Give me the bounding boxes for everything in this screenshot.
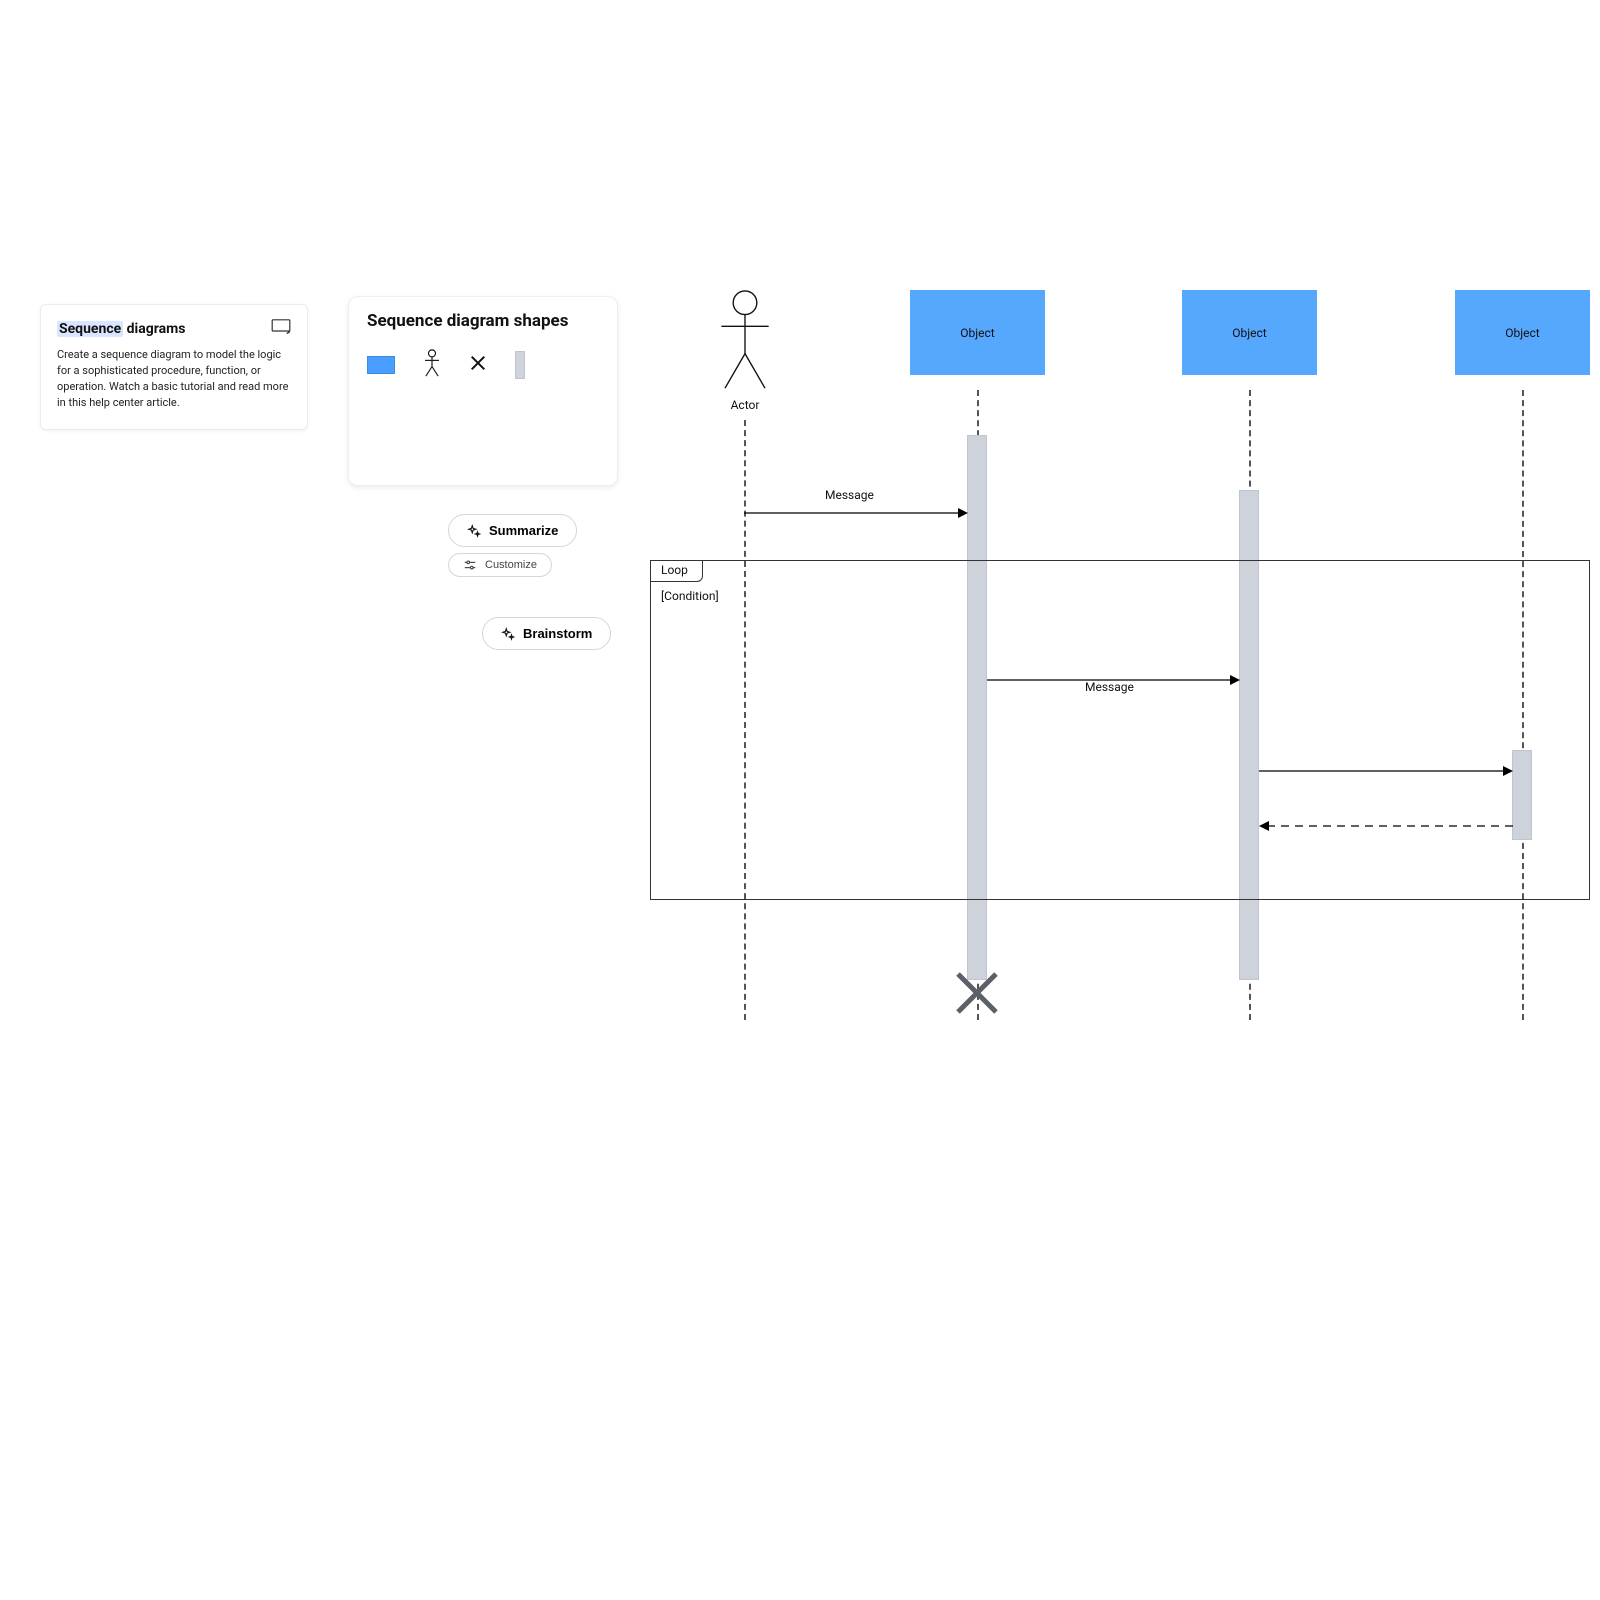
sparkle-icon: [501, 627, 515, 641]
message-arrow-3[interactable]: [1259, 763, 1513, 777]
loop-frame-label: Loop: [650, 560, 703, 582]
object-box-2[interactable]: Object: [1182, 290, 1317, 375]
actor-figure[interactable]: Actor: [710, 290, 780, 412]
customize-button[interactable]: Customize: [448, 553, 552, 577]
shape-object-rect[interactable]: [367, 356, 395, 374]
brainstorm-label: Brainstorm: [523, 626, 592, 641]
shape-destroy-icon[interactable]: [469, 354, 487, 376]
destroy-icon[interactable]: [954, 970, 1000, 1016]
object-box-3[interactable]: Object: [1455, 290, 1590, 375]
summarize-button[interactable]: Summarize: [448, 514, 577, 547]
info-card: Sequence diagrams Create a sequence diag…: [40, 304, 308, 430]
info-card-title: Sequence diagrams: [57, 319, 291, 339]
shapes-palette-title: Sequence diagram shapes: [367, 311, 599, 331]
sliders-icon: [463, 558, 477, 572]
actor-label: Actor: [710, 398, 780, 412]
info-card-title-highlight: Sequence: [57, 321, 123, 337]
sequence-diagram-canvas[interactable]: Actor Object Object Object Loop [Conditi…: [640, 290, 1600, 1050]
shapes-palette: Sequence diagram shapes: [348, 296, 618, 486]
action-button-stack: Summarize Customize Brainstorm: [448, 514, 611, 650]
shape-activation-bar[interactable]: [515, 351, 525, 379]
presentation-icon: [271, 319, 291, 339]
message-label-1: Message: [825, 488, 874, 502]
loop-frame[interactable]: Loop [Condition]: [650, 560, 1590, 900]
return-arrow[interactable]: [1259, 818, 1513, 832]
object-label: Object: [960, 326, 994, 340]
info-card-body: Create a sequence diagram to model the l…: [57, 347, 291, 411]
sparkle-icon: [467, 524, 481, 538]
loop-condition: [Condition]: [661, 589, 719, 603]
object-label: Object: [1232, 326, 1266, 340]
shape-actor-icon[interactable]: [423, 349, 441, 381]
summarize-label: Summarize: [489, 523, 558, 538]
object-label: Object: [1505, 326, 1539, 340]
message-label-2: Message: [1085, 680, 1134, 694]
object-box-1[interactable]: Object: [910, 290, 1045, 375]
brainstorm-button[interactable]: Brainstorm: [482, 617, 611, 650]
customize-label: Customize: [485, 559, 537, 571]
message-arrow-1[interactable]: [744, 505, 968, 519]
